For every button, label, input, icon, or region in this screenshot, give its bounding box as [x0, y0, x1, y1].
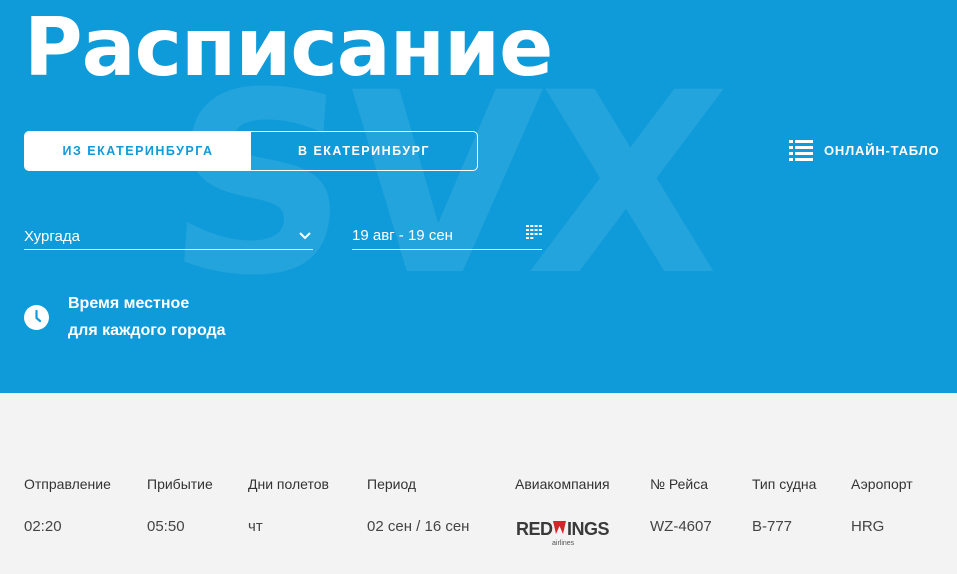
header-flight: № Рейса: [650, 476, 709, 492]
list-icon: [789, 140, 813, 161]
airline-logo-redwings: RED INGS airlines: [516, 519, 610, 547]
online-board-label: ОНЛАЙН-ТАБЛО: [824, 143, 940, 158]
timezone-note-line2: для каждого города: [68, 322, 226, 339]
chevron-down-icon: [299, 231, 311, 239]
cell-period: 02 сен / 16 сен: [367, 518, 470, 535]
tab-to-ekaterinburg[interactable]: В ЕКАТЕРИНБУРГ: [251, 132, 477, 170]
cell-days: чт: [248, 518, 263, 535]
calendar-grid-icon: [526, 224, 542, 239]
timezone-note: Время местное для каждого города: [24, 290, 226, 344]
header-aircraft: Тип судна: [752, 476, 817, 492]
cell-flight: WZ-4607: [650, 518, 712, 535]
header-airline: Авиакомпания: [515, 476, 610, 492]
header-arrival: Прибытие: [147, 476, 213, 492]
header-period: Период: [367, 476, 417, 492]
online-board-link[interactable]: ОНЛАЙН-ТАБЛО: [789, 140, 939, 161]
header-departure: Отправление: [24, 476, 111, 492]
svx-watermark: SVX: [159, 39, 729, 330]
timezone-note-line1: Время местное: [68, 295, 190, 312]
city-select[interactable]: Хургада: [24, 222, 313, 250]
schedule-table: Отправление Прибытие Дни полетов Период …: [0, 393, 957, 574]
cell-departure: 02:20: [24, 518, 62, 535]
page-title: Расписание: [24, 1, 553, 94]
cell-arrival: 05:50: [147, 518, 185, 535]
schedule-hero: SVX Расписание ИЗ ЕКАТЕРИНБУРГА В ЕКАТЕР…: [0, 0, 957, 393]
svg-text:INGS: INGS: [567, 519, 610, 539]
direction-toggle: ИЗ ЕКАТЕРИНБУРГА В ЕКАТЕРИНБУРГ: [24, 131, 478, 171]
cell-aircraft: B-777: [752, 518, 793, 535]
svg-text:airlines: airlines: [552, 540, 575, 547]
header-airport: Аэропорт: [851, 476, 913, 492]
clock-icon: [24, 304, 49, 330]
cell-airport: HRG: [851, 518, 885, 535]
city-select-value: Хургада: [24, 228, 80, 245]
tab-from-ekaterinburg[interactable]: ИЗ ЕКАТЕРИНБУРГА: [25, 132, 251, 170]
date-range-picker[interactable]: 19 авг - 19 сен: [352, 222, 542, 250]
header-days: Дни полетов: [248, 476, 329, 492]
date-range-value: 19 авг - 19 сен: [352, 227, 453, 244]
svg-text:RED: RED: [516, 519, 553, 539]
